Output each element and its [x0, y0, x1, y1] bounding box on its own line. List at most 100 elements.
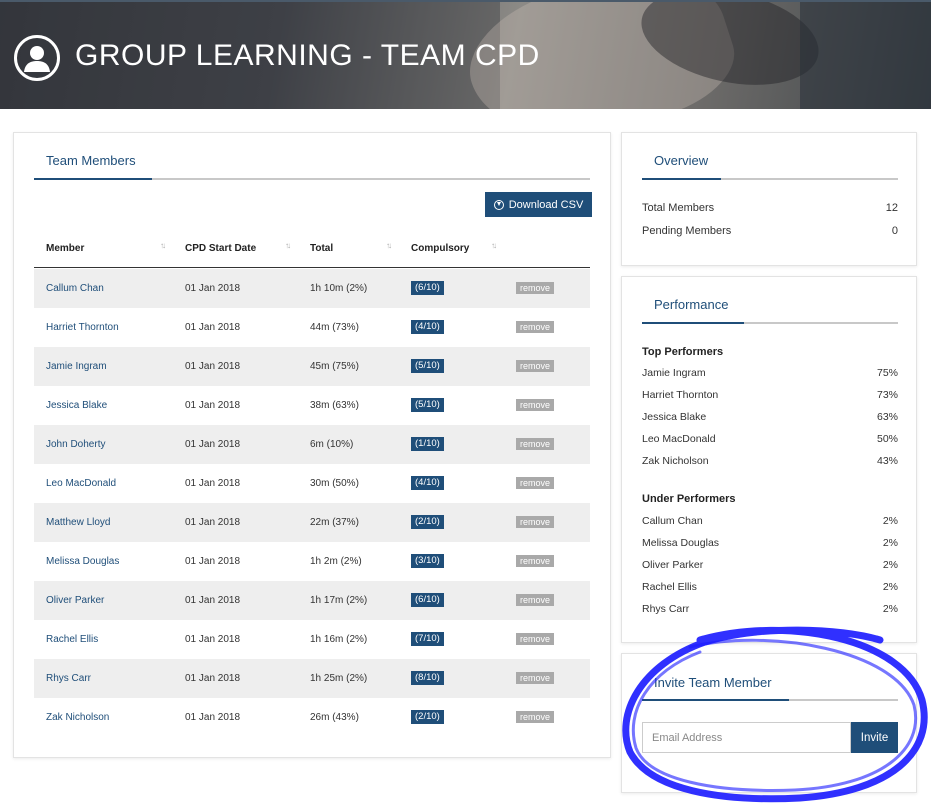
cpd-start-date: 01 Jan 2018 — [185, 673, 241, 684]
tab-performance[interactable]: Performance — [654, 297, 728, 312]
compulsory-badge: (6/10) — [411, 281, 444, 295]
total-time: 1h 17m (2%) — [310, 595, 368, 606]
top-performers-heading: Top Performers — [642, 346, 724, 358]
total-time: 1h 16m (2%) — [310, 634, 368, 645]
sort-arrows-icon[interactable]: ↑↓ — [160, 241, 166, 250]
pending-members-label: Pending Members — [642, 225, 732, 237]
performer-percent: 75% — [876, 367, 898, 379]
table-row: Jamie Ingram 01 Jan 2018 45m (75%) (5/10… — [34, 347, 590, 386]
table-row: Rhys Carr 01 Jan 2018 1h 25m (2%) (8/10)… — [34, 659, 590, 698]
remove-button[interactable]: remove — [516, 711, 555, 723]
download-csv-button[interactable]: Download CSV — [485, 192, 592, 217]
sort-arrows-icon[interactable]: ↑↓ — [491, 241, 497, 250]
compulsory-badge: (1/10) — [411, 437, 444, 451]
page-title: GROUP LEARNING - TEAM CPD — [75, 39, 540, 72]
top-performer-row: Harriet Thornton 73% — [642, 389, 898, 401]
total-time: 6m (10%) — [310, 439, 354, 450]
member-name-link[interactable]: Leo MacDonald — [46, 478, 116, 489]
performer-percent: 2% — [882, 537, 898, 549]
total-time: 44m (73%) — [310, 322, 359, 333]
remove-button[interactable]: remove — [516, 321, 555, 333]
remove-button[interactable]: remove — [516, 594, 555, 606]
compulsory-badge: (7/10) — [411, 632, 444, 646]
table-row: John Doherty 01 Jan 2018 6m (10%) (1/10)… — [34, 425, 590, 464]
cpd-start-date: 01 Jan 2018 — [185, 634, 241, 645]
total-time: 1h 2m (2%) — [310, 556, 362, 567]
performer-percent: 2% — [882, 515, 898, 527]
under-performer-row: Melissa Douglas 2% — [642, 537, 898, 549]
column-header-total[interactable]: Total — [310, 243, 333, 254]
member-name-link[interactable]: Oliver Parker — [46, 595, 104, 606]
header-background-shape — [800, 2, 931, 109]
compulsory-badge: (2/10) — [411, 710, 444, 724]
compulsory-badge: (6/10) — [411, 593, 444, 607]
remove-button[interactable]: remove — [516, 360, 555, 372]
member-name-link[interactable]: Zak Nicholson — [46, 712, 109, 723]
performer-name: Oliver Parker — [642, 559, 704, 571]
table-row: Leo MacDonald 01 Jan 2018 30m (50%) (4/1… — [34, 464, 590, 503]
member-name-link[interactable]: Harriet Thornton — [46, 322, 119, 333]
column-header-member[interactable]: Member — [46, 243, 84, 254]
compulsory-badge: (5/10) — [411, 359, 444, 373]
table-row: Callum Chan 01 Jan 2018 1h 10m (2%) (6/1… — [34, 269, 590, 308]
total-time: 38m (63%) — [310, 400, 359, 411]
performer-name: Rachel Ellis — [642, 581, 697, 593]
table-header: Member ↑↓ CPD Start Date ↑↓ Total ↑↓ Com… — [34, 230, 590, 268]
performer-percent: 43% — [876, 455, 898, 467]
column-header-compulsory[interactable]: Compulsory — [411, 243, 469, 254]
member-name-link[interactable]: John Doherty — [46, 439, 105, 450]
tab-active-indicator — [642, 699, 789, 701]
tab-active-indicator — [642, 322, 744, 324]
tab-team-members[interactable]: Team Members — [46, 153, 136, 168]
invite-button[interactable]: Invite — [851, 722, 898, 753]
table-row: Rachel Ellis 01 Jan 2018 1h 16m (2%) (7/… — [34, 620, 590, 659]
remove-button[interactable]: remove — [516, 555, 555, 567]
remove-button[interactable]: remove — [516, 399, 555, 411]
member-name-link[interactable]: Melissa Douglas — [46, 556, 119, 567]
performer-name: Rhys Carr — [642, 603, 690, 615]
performer-percent: 2% — [882, 603, 898, 615]
performer-percent: 2% — [882, 559, 898, 571]
member-name-link[interactable]: Matthew Lloyd — [46, 517, 110, 528]
column-header-start-date[interactable]: CPD Start Date — [185, 243, 256, 254]
remove-button[interactable]: remove — [516, 633, 555, 645]
remove-button[interactable]: remove — [516, 516, 555, 528]
sort-arrows-icon[interactable]: ↑↓ — [386, 241, 392, 250]
email-field[interactable] — [642, 722, 851, 753]
remove-button[interactable]: remove — [516, 477, 555, 489]
compulsory-badge: (8/10) — [411, 671, 444, 685]
remove-button[interactable]: remove — [516, 438, 555, 450]
performer-name: Jessica Blake — [642, 411, 707, 423]
remove-button[interactable]: remove — [516, 672, 555, 684]
total-time: 1h 10m (2%) — [310, 283, 368, 294]
remove-button[interactable]: remove — [516, 282, 555, 294]
overview-panel: Overview Total Members 12 Pending Member… — [621, 132, 917, 266]
page-header: GROUP LEARNING - TEAM CPD — [0, 0, 931, 109]
total-members-label: Total Members — [642, 202, 715, 214]
download-circle-icon — [493, 199, 504, 210]
cpd-start-date: 01 Jan 2018 — [185, 361, 241, 372]
member-name-link[interactable]: Rachel Ellis — [46, 634, 98, 645]
under-performer-row: Callum Chan 2% — [642, 515, 898, 527]
sort-arrows-icon[interactable]: ↑↓ — [285, 241, 291, 250]
tab-overview[interactable]: Overview — [654, 153, 708, 168]
download-csv-label: Download CSV — [508, 198, 584, 211]
compulsory-badge: (5/10) — [411, 398, 444, 412]
cpd-start-date: 01 Jan 2018 — [185, 556, 241, 567]
cpd-start-date: 01 Jan 2018 — [185, 517, 241, 528]
cpd-start-date: 01 Jan 2018 — [185, 478, 241, 489]
member-name-link[interactable]: Rhys Carr — [46, 673, 91, 684]
total-time: 1h 25m (2%) — [310, 673, 368, 684]
performer-name: Harriet Thornton — [642, 389, 719, 401]
member-name-link[interactable]: Jamie Ingram — [46, 361, 107, 372]
performer-name: Melissa Douglas — [642, 537, 720, 549]
table-row: Zak Nicholson 01 Jan 2018 26m (43%) (2/1… — [34, 698, 590, 737]
performer-name: Jamie Ingram — [642, 367, 706, 379]
member-name-link[interactable]: Callum Chan — [46, 283, 104, 294]
total-time: 22m (37%) — [310, 517, 359, 528]
tab-invite-team-member[interactable]: Invite Team Member — [654, 675, 772, 690]
pending-members-stat: Pending Members 0 — [642, 225, 898, 237]
cpd-start-date: 01 Jan 2018 — [185, 322, 241, 333]
table-row: Melissa Douglas 01 Jan 2018 1h 2m (2%) (… — [34, 542, 590, 581]
member-name-link[interactable]: Jessica Blake — [46, 400, 107, 411]
